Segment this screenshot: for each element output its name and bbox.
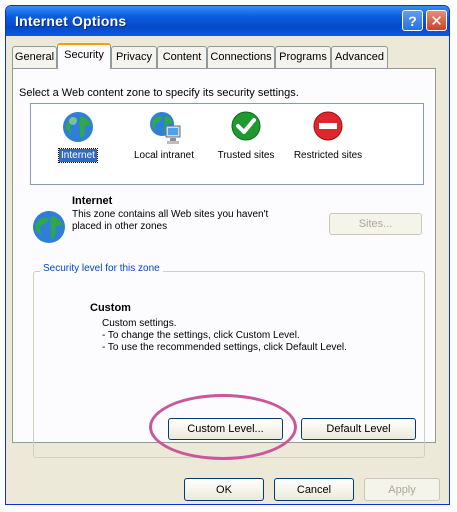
tab-connections[interactable]: Connections [207,46,275,68]
security-level-name: Custom [90,302,131,314]
globe-icon [63,112,93,142]
no-entry-icon [313,111,343,141]
title-bar[interactable]: Internet Options ? ✕ [6,6,449,36]
zone-label: Restricted sites [293,150,363,161]
tab-programs[interactable]: Programs [275,46,331,68]
cancel-button[interactable]: Cancel [274,478,354,501]
selected-zone-description: This zone contains all Web sites you hav… [72,209,269,232]
highlight-ring [149,394,297,460]
zone-label: Trusted sites [217,150,275,161]
window-title: Internet Options [15,13,127,29]
tab-advanced[interactable]: Advanced [331,46,388,68]
help-button[interactable]: ? [402,10,423,31]
tab-security[interactable]: Security [57,43,111,69]
close-button[interactable]: ✕ [426,10,447,31]
apply-button[interactable]: Apply [364,478,440,501]
tab-privacy[interactable]: Privacy [111,46,157,68]
sites-button[interactable]: Sites... [329,213,422,235]
close-icon: ✕ [430,12,443,30]
question-mark-icon: ? [408,12,417,29]
zone-list: Internet Local intranet Trusted sites Re… [30,103,424,185]
selected-zone-name: Internet [72,195,113,207]
zone-instruction: Select a Web content zone to specify its… [19,87,299,99]
security-level-group-title: Security level for this zone [40,263,163,274]
description-line: - To use the recommended settings, click… [102,342,347,353]
zone-label: Local intranet [133,150,195,161]
default-level-button[interactable]: Default Level [301,418,416,440]
local-intranet-icon [150,112,181,144]
description-line: Custom settings. [102,318,177,329]
description-line: - To change the settings, click Custom L… [102,330,300,341]
security-level-description: Custom settings. - To change the setting… [102,318,347,354]
tab-content[interactable]: Content [157,46,207,68]
ok-button[interactable]: OK [184,478,264,501]
globe-icon [33,211,65,243]
zone-label: Internet [58,148,98,163]
tab-general[interactable]: General [12,46,57,68]
checkmark-icon [231,111,261,141]
